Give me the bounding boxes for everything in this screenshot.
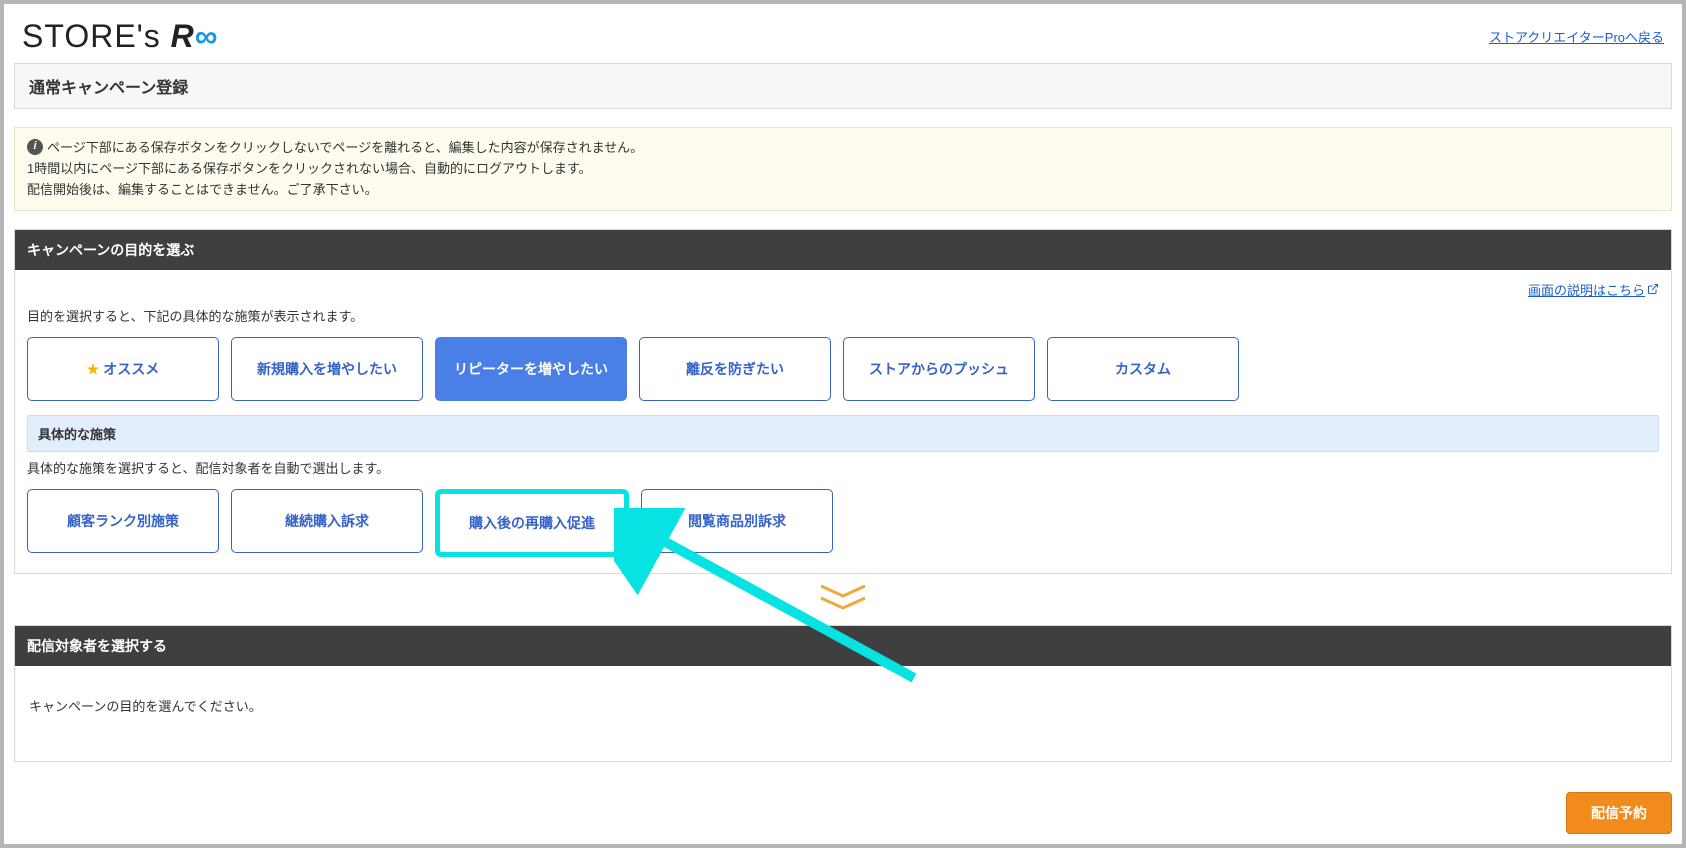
notice-line2: 1時間以内にページ下部にある保存ボタンをクリックされない場合、自動的にログアウト… (27, 159, 1659, 180)
section-header-target: 配信対象者を選択する (15, 626, 1671, 666)
goal-option-new-purchase[interactable]: 新規購入を増やしたい (231, 337, 423, 401)
goal-option-custom[interactable]: カスタム (1047, 337, 1239, 401)
goal-desc: 目的を選択すると、下記の具体的な施策が表示されます。 (27, 306, 1659, 325)
measure-option-continue[interactable]: 継続購入訴求 (231, 489, 423, 553)
star-icon: ★ (87, 361, 100, 378)
info-icon: i (27, 139, 43, 155)
highlight-annotation: 購入後の再購入促進 (435, 489, 629, 557)
logo: STORE's R∞ (22, 18, 219, 55)
page-title: 通常キャンペーン登録 (29, 74, 1657, 98)
target-prompt: キャンペーンの目的を選んでください。 (15, 666, 1671, 761)
expand-chevron-icon[interactable] (4, 584, 1682, 617)
reserve-delivery-button[interactable]: 配信予約 (1566, 792, 1672, 834)
screen-help-link[interactable]: 画面の説明はこちら (1528, 283, 1659, 298)
notice-line1: ページ下部にある保存ボタンをクリックしないでページを離れると、編集した内容が保存… (47, 138, 643, 159)
notice-banner: i ページ下部にある保存ボタンをクリックしないでページを離れると、編集した内容が… (14, 127, 1672, 211)
goal-option-recommend[interactable]: ★オススメ (27, 337, 219, 401)
measure-option-repurchase[interactable]: 購入後の再購入促進 (440, 494, 624, 552)
sub-header-measures: 具体的な施策 (27, 415, 1659, 452)
goal-option-prevent-churn[interactable]: 離反を防ぎたい (639, 337, 831, 401)
measure-option-browsed[interactable]: 閲覧商品別訴求 (641, 489, 833, 553)
page-title-bar: 通常キャンペーン登録 (14, 63, 1672, 109)
section-header-goal: キャンペーンの目的を選ぶ (15, 230, 1671, 270)
campaign-goal-section: キャンペーンの目的を選ぶ 画面の説明はこちら 目的を選択すると、下記の具体的な施… (14, 229, 1672, 574)
target-section: 配信対象者を選択する キャンペーンの目的を選んでください。 (14, 625, 1672, 762)
external-link-icon (1647, 283, 1659, 298)
goal-option-repeater[interactable]: リピーターを増やしたい (435, 337, 627, 401)
goal-option-store-push[interactable]: ストアからのプッシュ (843, 337, 1035, 401)
sub-desc: 具体的な施策を選択すると、配信対象者を自動で選出します。 (27, 458, 1659, 477)
back-to-store-creator-link[interactable]: ストアクリエイターProへ戻る (1489, 27, 1664, 46)
notice-line3: 配信開始後は、編集することはできません。ご了承下さい。 (27, 180, 1659, 201)
measure-option-rank[interactable]: 顧客ランク別施策 (27, 489, 219, 553)
